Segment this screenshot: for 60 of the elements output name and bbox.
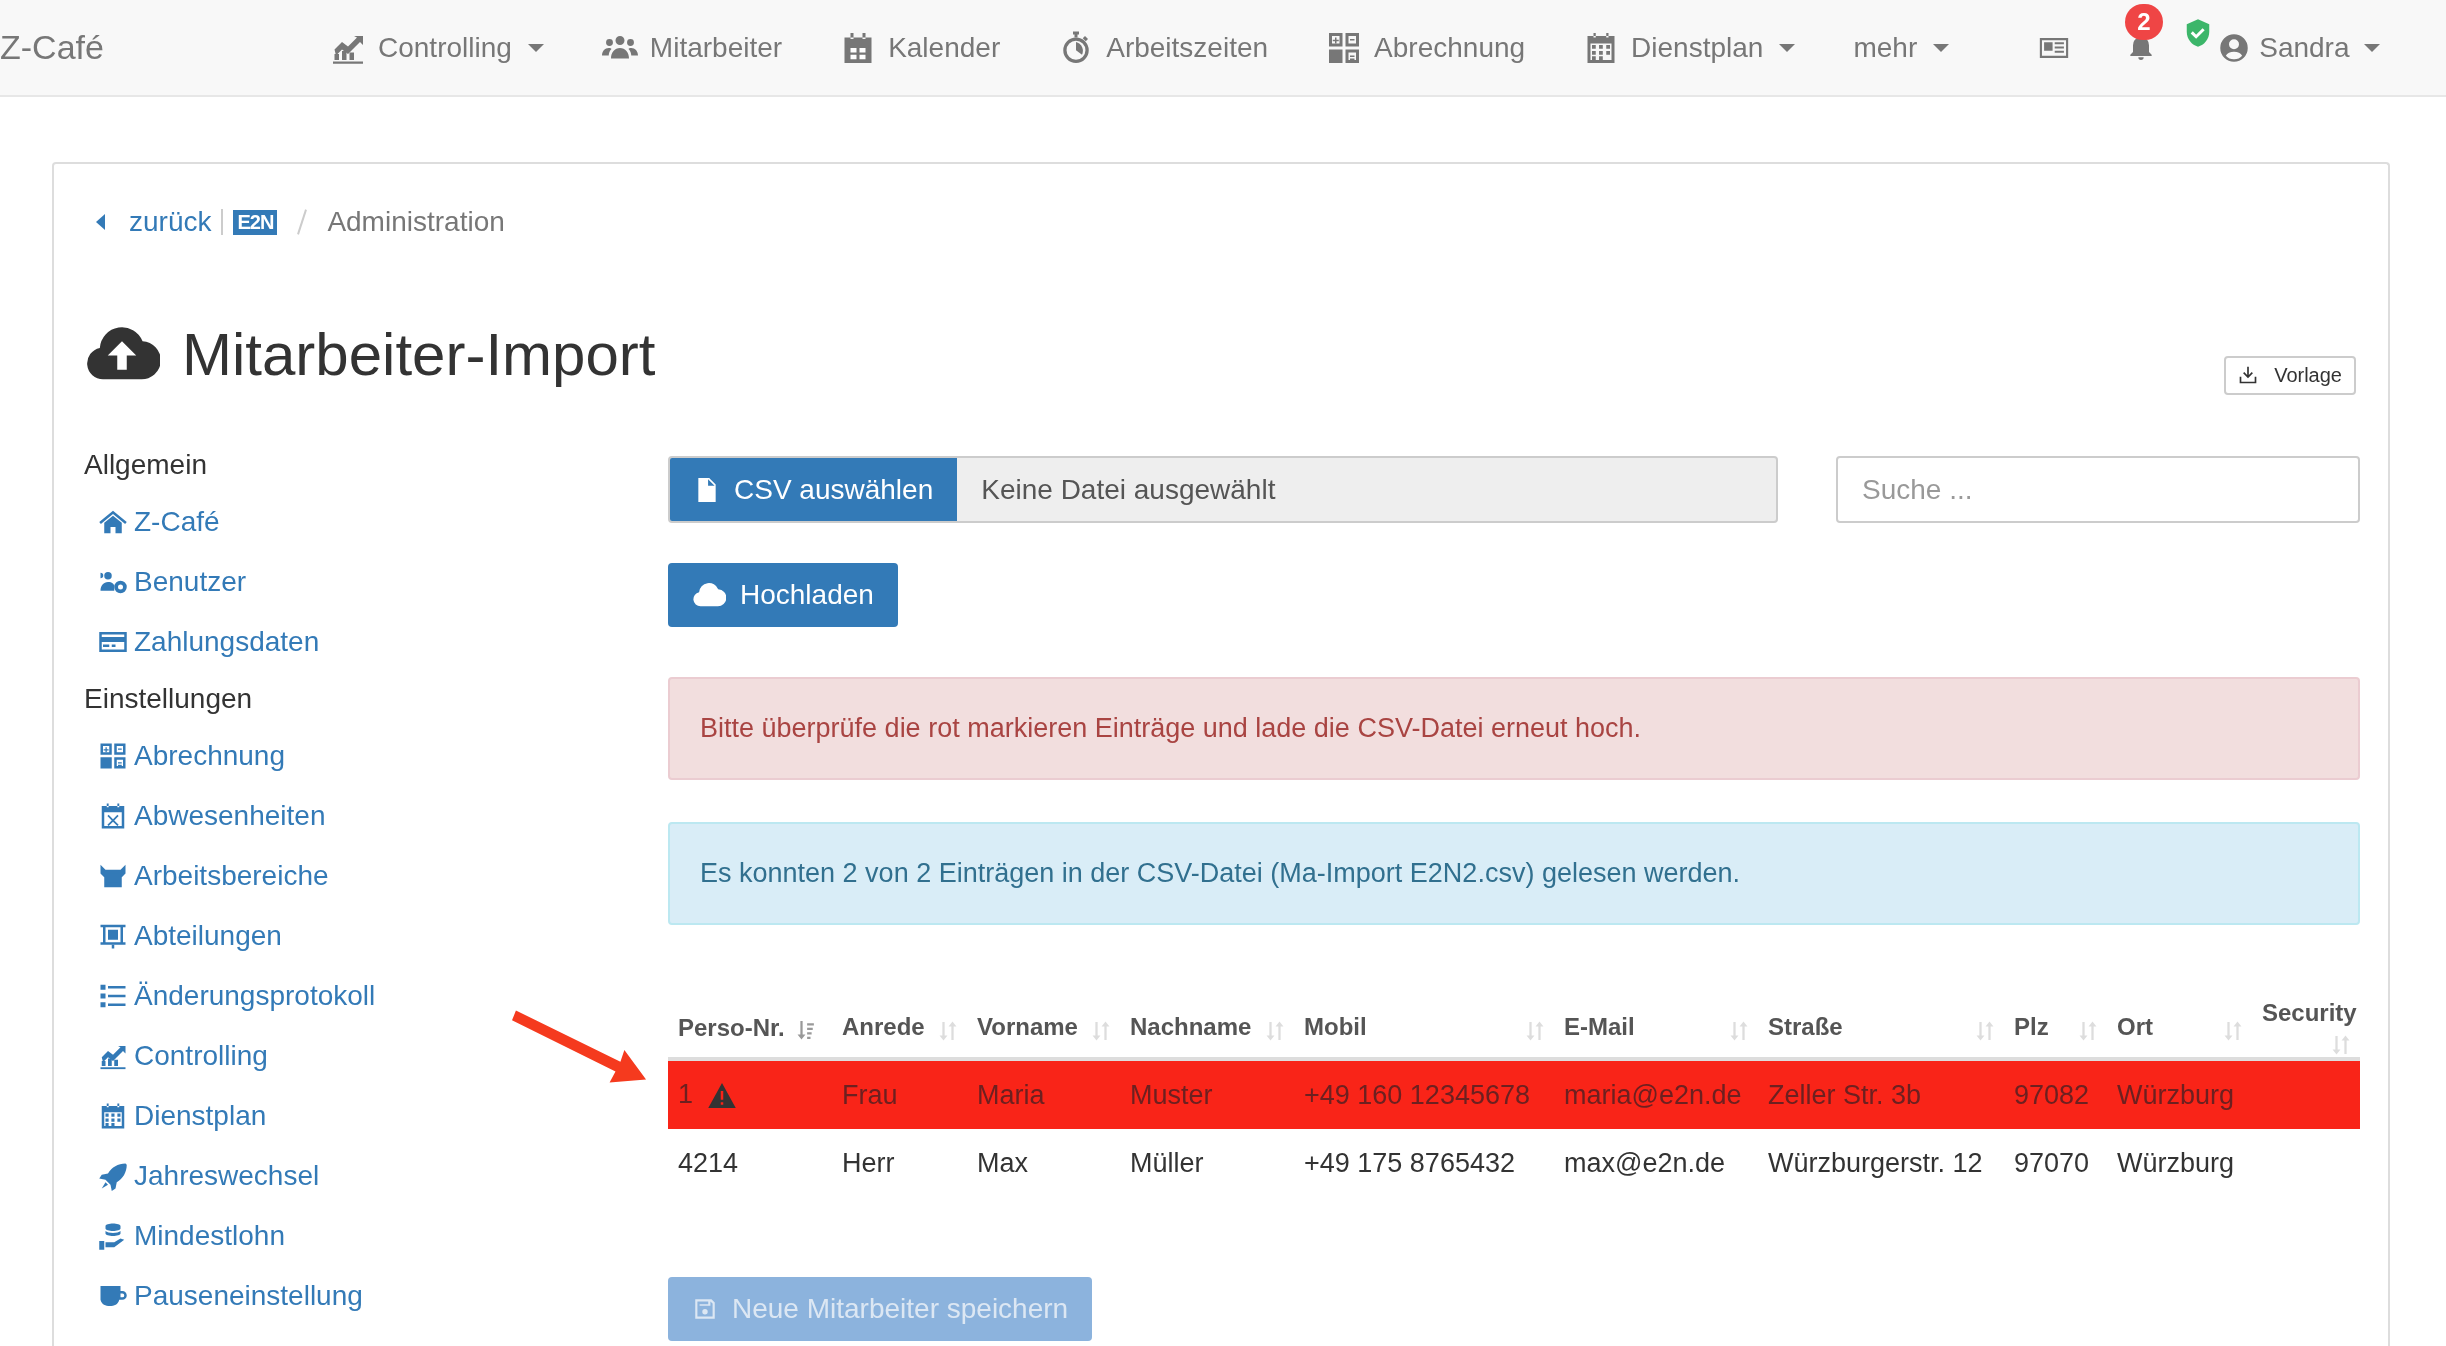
brand-name[interactable]: Z-Café [0, 28, 330, 67]
nav-menu-item[interactable]: Controlling [330, 29, 544, 66]
table-cell: 1 [678, 1079, 694, 1110]
calculator-icon [98, 741, 128, 771]
upload-button[interactable]: Hochladen [668, 563, 898, 627]
nav-menu-item[interactable]: mehr [1853, 31, 1950, 64]
nav-menu-item[interactable]: Abrechnung [1326, 29, 1526, 66]
table-cell: max@e2n.de [1564, 1147, 1725, 1178]
notification-badge: 2 [2125, 3, 2163, 40]
table-cell: Muster [1130, 1079, 1213, 1110]
sidebar-link[interactable]: Controlling [84, 1026, 668, 1086]
template-download-button[interactable]: Vorlage [2224, 355, 2356, 395]
table-cell: Herr [842, 1147, 895, 1178]
sidebar-link[interactable]: Änderungsprotokoll [84, 966, 668, 1026]
table-cell: Maria [977, 1079, 1045, 1110]
rocket-icon [98, 1161, 128, 1191]
sidebar-heading: Allgemein [84, 448, 208, 482]
table-cell: maria@e2n.de [1564, 1079, 1742, 1110]
search-field[interactable]: Suche ... [1836, 456, 2360, 523]
error-alert: Bitte überprüfe die rot markieren Einträge und lade die CSV-Datei erneut hoch. [668, 677, 2360, 780]
caret-left-icon [96, 214, 105, 230]
page-title: Mitarbeiter-Import [182, 319, 657, 389]
table-cell: 97070 [2014, 1147, 2090, 1178]
sidebar-link[interactable]: Arbeitsbereiche [84, 846, 668, 906]
table-cell: +49 160 12345678 [1304, 1079, 1530, 1110]
choose-csv-button[interactable]: CSV auswählen [670, 458, 958, 521]
file-name-text: Keine Datei ausgewählt [980, 472, 1276, 507]
sidebar-link[interactable]: Benutzer [84, 552, 668, 612]
sidebar-link[interactable]: Abrechnung [84, 726, 668, 786]
logo[interactable]: E2N [233, 209, 278, 235]
sidebar-link[interactable]: Abteilungen [84, 906, 668, 966]
back-link[interactable]: zurück [84, 206, 212, 238]
table-cell: +49 175 8765432 [1304, 1147, 1515, 1178]
sidebar-link[interactable]: Mindestlohn [84, 1206, 668, 1266]
table-cell: Würzburg [2117, 1147, 2235, 1178]
table-cell: Zeller Str. 3b [1768, 1079, 1922, 1110]
sidebar-heading: Einstellungen [84, 682, 254, 716]
breadcrumb-current: Administration [327, 206, 505, 238]
sidebar-link[interactable]: Pauseneinstellung [84, 1266, 668, 1326]
table-cell: Müller [1130, 1147, 1204, 1178]
sidebar-link[interactable]: Abwesenheiten [84, 786, 668, 846]
sidebar-link[interactable]: Z-Café [84, 492, 668, 552]
table-cell: Frau [842, 1079, 898, 1110]
table-cell: 4214 [678, 1147, 739, 1178]
table-cell: 97082 [2014, 1079, 2090, 1110]
download-icon [2238, 365, 2259, 385]
nav-menu-item[interactable]: Kalender [840, 29, 1001, 66]
sidebar-link[interactable]: Jahreswechsel [84, 1146, 668, 1206]
file-input[interactable]: CSV auswählen Keine Datei ausgewählt [668, 456, 1778, 523]
table-cell: Max [977, 1147, 1028, 1178]
nav-menu-item[interactable]: Arbeitszeiten [1058, 29, 1269, 66]
nav-menu-item[interactable]: Mitarbeiter [601, 29, 783, 66]
info-alert: Es konnten 2 von 2 Einträgen in der CSV-Datei (Ma-Import E2N2.csv) gelesen werden. [668, 822, 2360, 925]
table-cell: Würzburgerstr. 12 [1768, 1147, 1983, 1178]
nav-menu-item[interactable]: Dienstplan [1583, 29, 1796, 66]
table-cell: Würzburg [2117, 1079, 2235, 1110]
sidebar-link[interactable]: Zahlungsdaten [84, 612, 668, 672]
sidebar-link[interactable]: Dienstplan [84, 1086, 668, 1146]
save-icon [692, 1296, 718, 1322]
user-menu[interactable]: Sandra [2219, 31, 2380, 64]
